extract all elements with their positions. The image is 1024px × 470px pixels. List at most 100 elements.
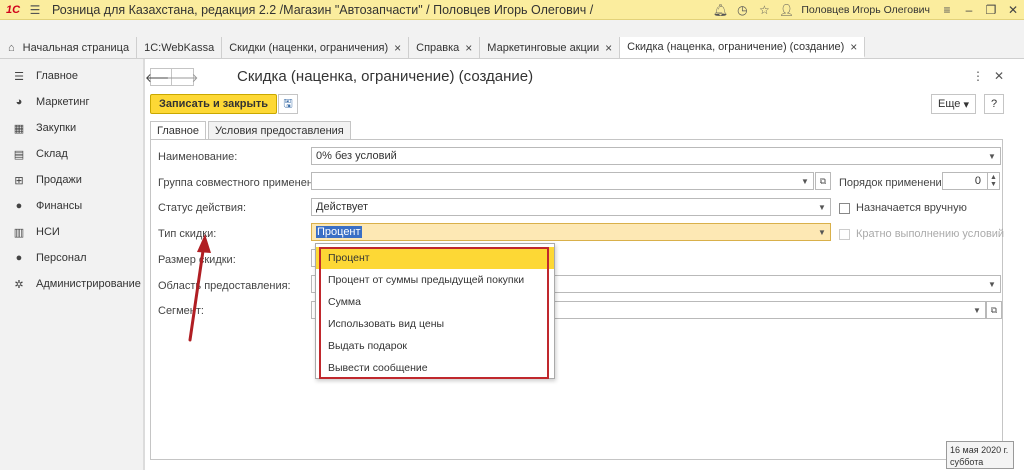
save-icon[interactable]: 🖫: [278, 94, 298, 114]
purchases-icon: ▦: [13, 122, 25, 135]
annotation-frame: [319, 247, 549, 379]
save-and-close-button[interactable]: Записать и закрыть: [150, 94, 278, 114]
size-label: Размер скидки:: [158, 254, 236, 266]
tab-conditions[interactable]: Условия предоставления: [208, 121, 351, 140]
tab-label: Начальная страница: [22, 41, 130, 54]
sidebar-item-sales[interactable]: ⊞ Продажи: [0, 167, 143, 193]
pie-icon: ◕: [15, 96, 23, 108]
status-date: 16 мая 2020 г. суббота: [946, 441, 1014, 469]
tab-label: 1С:WebKassa: [144, 41, 215, 54]
multiple-checkbox[interactable]: Кратно выполнению условий: [839, 228, 1004, 240]
scope-label: Область предоставления:: [158, 280, 291, 292]
tab-label: Скидки (наценки, ограничения): [229, 41, 389, 54]
chevron-down-icon[interactable]: ▼: [814, 199, 830, 215]
sidebar-item-label: Маркетинг: [36, 96, 90, 108]
sales-icon: ⊞: [14, 174, 24, 187]
date-text: 16 мая 2020 г.: [950, 445, 1009, 455]
minimize-button[interactable]: –: [958, 0, 980, 20]
tab-label: Скидка (наценка, ограничение) (создание): [627, 40, 845, 53]
status-label: Статус действия:: [158, 202, 247, 214]
checkbox[interactable]: [839, 228, 850, 240]
sidebar-item-warehouse[interactable]: ▤ Склад: [0, 141, 143, 167]
sidebar: ☰ Главное ◕ Маркетинг ▦ Закупки ▤ Склад …: [0, 59, 144, 470]
stepper-icon[interactable]: ▲ ▼: [987, 172, 1000, 190]
chevron-down-icon[interactable]: ▼: [984, 276, 1000, 292]
user-icon[interactable]: 👤︎: [775, 3, 797, 17]
tab-discounts[interactable]: Скидки (наценки, ограничения) ×: [222, 37, 410, 58]
page-title: Скидка (наценка, ограничение) (создание): [237, 68, 534, 85]
tab-marketing-actions[interactable]: Маркетинговые акции ×: [480, 37, 621, 58]
main-menu-icon[interactable]: ☰: [26, 0, 44, 20]
manual-checkbox[interactable]: Назначается вручную: [839, 202, 967, 214]
settings-icon[interactable]: ≡: [936, 3, 958, 17]
close-form-icon[interactable]: ✕: [994, 69, 1004, 83]
gear-icon: ✲: [14, 278, 24, 291]
chevron-down-icon[interactable]: ▼: [984, 148, 1000, 164]
tab-label: Маркетинговые акции: [487, 41, 600, 54]
sidebar-item-label: Закупки: [36, 122, 77, 134]
open-tabs-bar: ⌂ Начальная страница 1С:WebKassa Скидки …: [0, 37, 1024, 59]
type-field[interactable]: Процент ▼: [311, 223, 831, 241]
form-panel: 🡐 🡒 Скидка (наценка, ограничение) (созда…: [144, 59, 1012, 470]
close-tab-icon[interactable]: ×: [465, 41, 472, 55]
star-icon[interactable]: ☆: [753, 3, 775, 17]
chevron-down-icon[interactable]: ▼: [814, 224, 830, 240]
history-icon[interactable]: ◷: [731, 3, 753, 17]
tab-home[interactable]: ⌂ Начальная страница: [0, 37, 138, 58]
chevron-down-icon[interactable]: ▼: [797, 173, 813, 189]
warehouse-icon: ▤: [13, 148, 25, 161]
chevron-down-icon[interactable]: ▼: [969, 302, 985, 318]
group-label: Группа совместного применения:: [158, 177, 329, 189]
sidebar-item-label: Склад: [36, 148, 68, 160]
sidebar-item-label: Персонал: [36, 252, 87, 264]
menu-icon: ☰: [14, 70, 24, 83]
help-button[interactable]: ?: [984, 94, 1004, 114]
maximize-button[interactable]: ❐: [980, 0, 1002, 20]
more-button[interactable]: Еще ▾: [931, 94, 976, 114]
close-tab-icon[interactable]: ×: [394, 41, 401, 55]
forward-button[interactable]: 🡒: [166, 68, 199, 86]
tab-discount-create[interactable]: Скидка (наценка, ограничение) (создание)…: [620, 37, 866, 58]
close-window-button[interactable]: ✕: [1002, 0, 1024, 20]
title-bar: 1С ☰ Розница для Казахстана, редакция 2.…: [0, 0, 1024, 20]
sidebar-item-administration[interactable]: ✲ Администрирование: [0, 271, 143, 297]
weekday-text: суббота: [950, 457, 984, 467]
checkbox[interactable]: [839, 202, 850, 214]
sidebar-item-reference[interactable]: ▥ НСИ: [0, 219, 143, 245]
sidebar-item-label: НСИ: [36, 226, 60, 238]
sidebar-item-personnel[interactable]: ● Персонал: [0, 245, 143, 271]
sidebar-item-marketing[interactable]: ◕ Маркетинг: [0, 89, 143, 115]
type-label: Тип скидки:: [158, 228, 217, 240]
close-tab-icon[interactable]: ×: [605, 41, 612, 55]
home-icon: ⌂: [8, 41, 15, 54]
tab-main[interactable]: Главное: [150, 121, 207, 140]
tab-help[interactable]: Справка ×: [409, 37, 481, 58]
finance-icon: ●: [15, 200, 23, 212]
order-label: Порядок применения:: [839, 177, 951, 189]
sidebar-item-label: Продажи: [36, 174, 82, 186]
name-label: Наименование:: [158, 151, 238, 163]
bell-icon[interactable]: 🔔︎: [709, 3, 731, 17]
tab-webkassa[interactable]: 1С:WebKassa: [137, 37, 223, 58]
more-actions-icon[interactable]: ⋮: [972, 69, 984, 83]
segment-label: Сегмент:: [158, 305, 204, 317]
sidebar-item-finance[interactable]: ● Финансы: [0, 193, 143, 219]
open-icon[interactable]: ⧉: [986, 301, 1002, 319]
sidebar-item-main[interactable]: ☰ Главное: [0, 63, 143, 89]
sidebar-item-label: Финансы: [36, 200, 83, 212]
person-icon: ●: [15, 252, 23, 264]
tab-label: Справка: [416, 41, 460, 54]
reference-icon: ▥: [13, 226, 25, 239]
order-field[interactable]: 0: [942, 172, 988, 190]
open-icon[interactable]: ⧉: [815, 172, 831, 190]
close-tab-icon[interactable]: ×: [850, 40, 857, 54]
sidebar-item-label: Администрирование: [36, 278, 141, 290]
name-field[interactable]: 0% без условий ▼: [311, 147, 1001, 165]
1c-logo: 1С: [5, 3, 21, 16]
sidebar-item-label: Главное: [36, 70, 79, 82]
app-title: Розница для Казахстана, редакция 2.2 /Ма…: [52, 2, 594, 17]
sidebar-item-purchases[interactable]: ▦ Закупки: [0, 115, 143, 141]
status-field[interactable]: Действует ▼: [311, 198, 831, 216]
user-name[interactable]: Половцев Игорь Олегович: [801, 4, 930, 16]
group-field[interactable]: ▼: [311, 172, 814, 190]
